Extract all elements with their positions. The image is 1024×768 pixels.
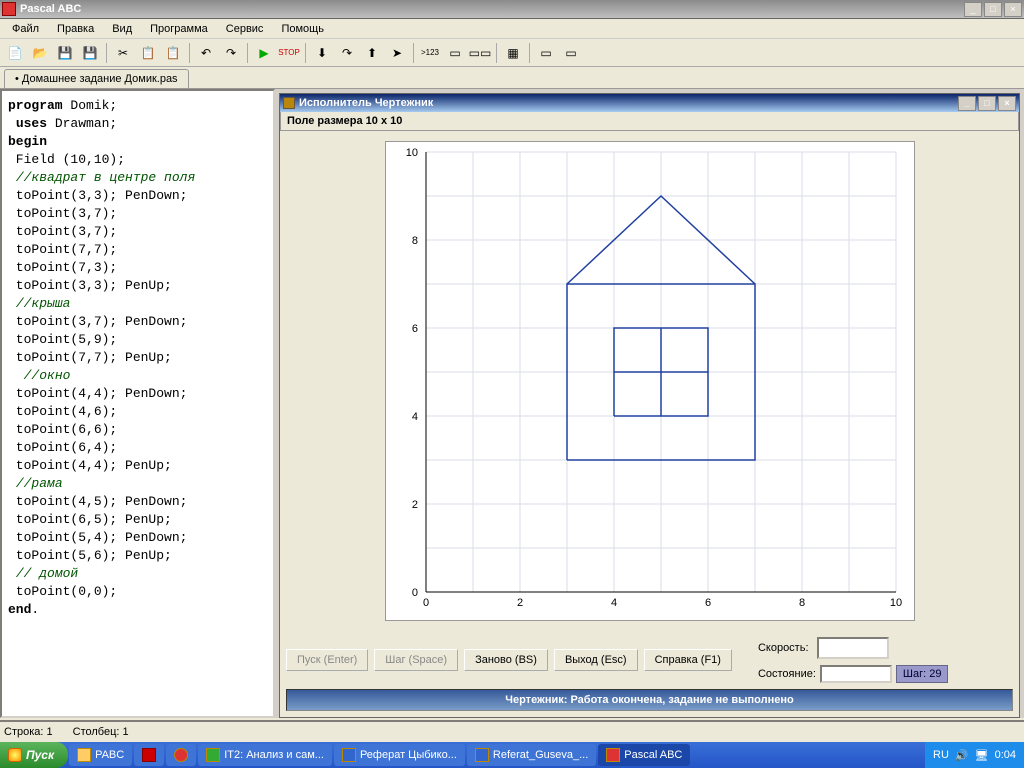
file-tab[interactable]: • Домашнее задание Домик.pas	[4, 69, 189, 88]
system-tray[interactable]: RU 🔊 🖥 0:04	[925, 742, 1024, 768]
task-opera[interactable]	[166, 744, 196, 766]
menu-program[interactable]: Программа	[142, 21, 216, 37]
cursor-icon[interactable]: ➤	[386, 42, 408, 64]
step-badge: Шаг: 29	[896, 665, 949, 683]
menu-edit[interactable]: Правка	[49, 21, 102, 37]
status-col: Столбец: 1	[73, 726, 129, 738]
svg-text:8: 8	[411, 235, 417, 247]
maximize-button[interactable]: □	[984, 2, 1002, 17]
plot-svg: 0 2 4 6 8 10 0 2 4 6 8 10	[386, 142, 916, 622]
tray-time: 0:04	[995, 749, 1016, 761]
svg-text:6: 6	[411, 323, 417, 335]
tray-lang[interactable]: RU	[933, 749, 949, 761]
watch-icon[interactable]: >123	[419, 42, 441, 64]
step-space-button[interactable]: Шаг (Space)	[374, 649, 458, 671]
menu-file[interactable]: Файл	[4, 21, 47, 37]
run-icon[interactable]: ▶	[253, 42, 275, 64]
svg-text:4: 4	[411, 411, 417, 423]
redo-icon[interactable]: ↷	[220, 42, 242, 64]
step-over-icon[interactable]: ↷	[336, 42, 358, 64]
app-title: Pascal ABC	[20, 3, 964, 15]
svg-text:4: 4	[610, 597, 616, 609]
menu-help[interactable]: Помощь	[273, 21, 332, 37]
editor-tabbar: • Домашнее задание Домик.pas	[0, 67, 1024, 89]
windows-icon[interactable]: ▭▭	[469, 42, 491, 64]
out1-icon[interactable]: ▭	[535, 42, 557, 64]
copy-icon[interactable]: 📋	[137, 42, 159, 64]
state-value	[820, 665, 892, 683]
svg-text:10: 10	[405, 147, 417, 159]
drawman-icon	[283, 97, 295, 109]
tray-safe-icon[interactable]: 🖥	[975, 749, 989, 762]
svg-text:0: 0	[422, 597, 428, 609]
menubar: Файл Правка Вид Программа Сервис Помощь	[0, 19, 1024, 39]
step-into-icon[interactable]: ⬇	[311, 42, 333, 64]
code-editor[interactable]: program Domik; uses Drawman;begin Field …	[0, 89, 275, 718]
new-icon[interactable]: 📄	[4, 42, 26, 64]
svg-text:0: 0	[411, 587, 417, 599]
drawman-canvas: 0 2 4 6 8 10 0 2 4 6 8 10	[385, 141, 915, 621]
task-word2[interactable]: Referat_Guseva_...	[467, 744, 596, 766]
window-icon[interactable]: ▭	[444, 42, 466, 64]
step-out-icon[interactable]: ⬆	[361, 42, 383, 64]
state-label: Состояние:	[758, 668, 816, 680]
saveall-icon[interactable]: 💾	[79, 42, 101, 64]
start-button[interactable]: Пуск	[0, 742, 68, 768]
start-orb-icon	[8, 748, 22, 762]
svg-text:8: 8	[798, 597, 804, 609]
draw-close-button[interactable]: ×	[998, 96, 1016, 111]
open-icon[interactable]: 📂	[29, 42, 51, 64]
task-pascal[interactable]: Pascal ABC	[598, 744, 690, 766]
app-titlebar: Pascal ABC _ □ ×	[0, 0, 1024, 19]
drawman-title: Исполнитель Чертежник	[299, 97, 958, 109]
drawman-buttonrow: Пуск (Enter) Шаг (Space) Заново (BS) Вых…	[280, 631, 1019, 689]
field-size-label: Поле размера 10 x 10	[280, 112, 1019, 131]
menu-service[interactable]: Сервис	[218, 21, 272, 37]
speed-slider[interactable]	[817, 637, 889, 659]
cut-icon[interactable]: ✂	[112, 42, 134, 64]
undo-icon[interactable]: ↶	[195, 42, 217, 64]
svg-text:2: 2	[516, 597, 522, 609]
save-icon[interactable]: 💾	[54, 42, 76, 64]
table-icon[interactable]: ▦	[502, 42, 524, 64]
help-f1-button[interactable]: Справка (F1)	[644, 649, 732, 671]
close-button[interactable]: ×	[1004, 2, 1022, 17]
drawman-status: Чертежник: Работа окончена, задание не в…	[286, 689, 1013, 711]
svg-text:2: 2	[411, 499, 417, 511]
status-line: Строка: 1	[4, 726, 53, 738]
drawman-titlebar: Исполнитель Чертежник _ □ ×	[280, 94, 1019, 112]
statusbar: Строка: 1 Столбец: 1	[0, 720, 1024, 742]
tray-vol-icon[interactable]: 🔊	[955, 749, 969, 762]
stop-icon[interactable]: STOP	[278, 42, 300, 64]
speed-label: Скорость:	[758, 642, 809, 654]
app-icon	[2, 2, 16, 16]
task-word1[interactable]: Реферат Цыбико...	[334, 744, 465, 766]
exit-esc-button[interactable]: Выход (Esc)	[554, 649, 638, 671]
reset-bs-button[interactable]: Заново (BS)	[464, 649, 548, 671]
taskbar: Пуск PABC IT2: Анализ и сам... Реферат Ц…	[0, 742, 1024, 768]
svg-text:6: 6	[704, 597, 710, 609]
minimize-button[interactable]: _	[964, 2, 982, 17]
task-pabc[interactable]: PABC	[69, 744, 132, 766]
task-it2[interactable]: IT2: Анализ и сам...	[198, 744, 332, 766]
svg-text:10: 10	[889, 597, 901, 609]
draw-min-button[interactable]: _	[958, 96, 976, 111]
drawman-window: Исполнитель Чертежник _ □ × Поле размера…	[279, 93, 1020, 718]
toolbar: 📄 📂 💾 💾 ✂ 📋 📋 ↶ ↷ ▶ STOP ⬇ ↷ ⬆ ➤ >123 ▭ …	[0, 39, 1024, 67]
out2-icon[interactable]: ▭	[560, 42, 582, 64]
draw-max-button[interactable]: □	[978, 96, 996, 111]
menu-view[interactable]: Вид	[104, 21, 140, 37]
task-adobe[interactable]	[134, 744, 164, 766]
paste-icon[interactable]: 📋	[162, 42, 184, 64]
run-enter-button[interactable]: Пуск (Enter)	[286, 649, 368, 671]
